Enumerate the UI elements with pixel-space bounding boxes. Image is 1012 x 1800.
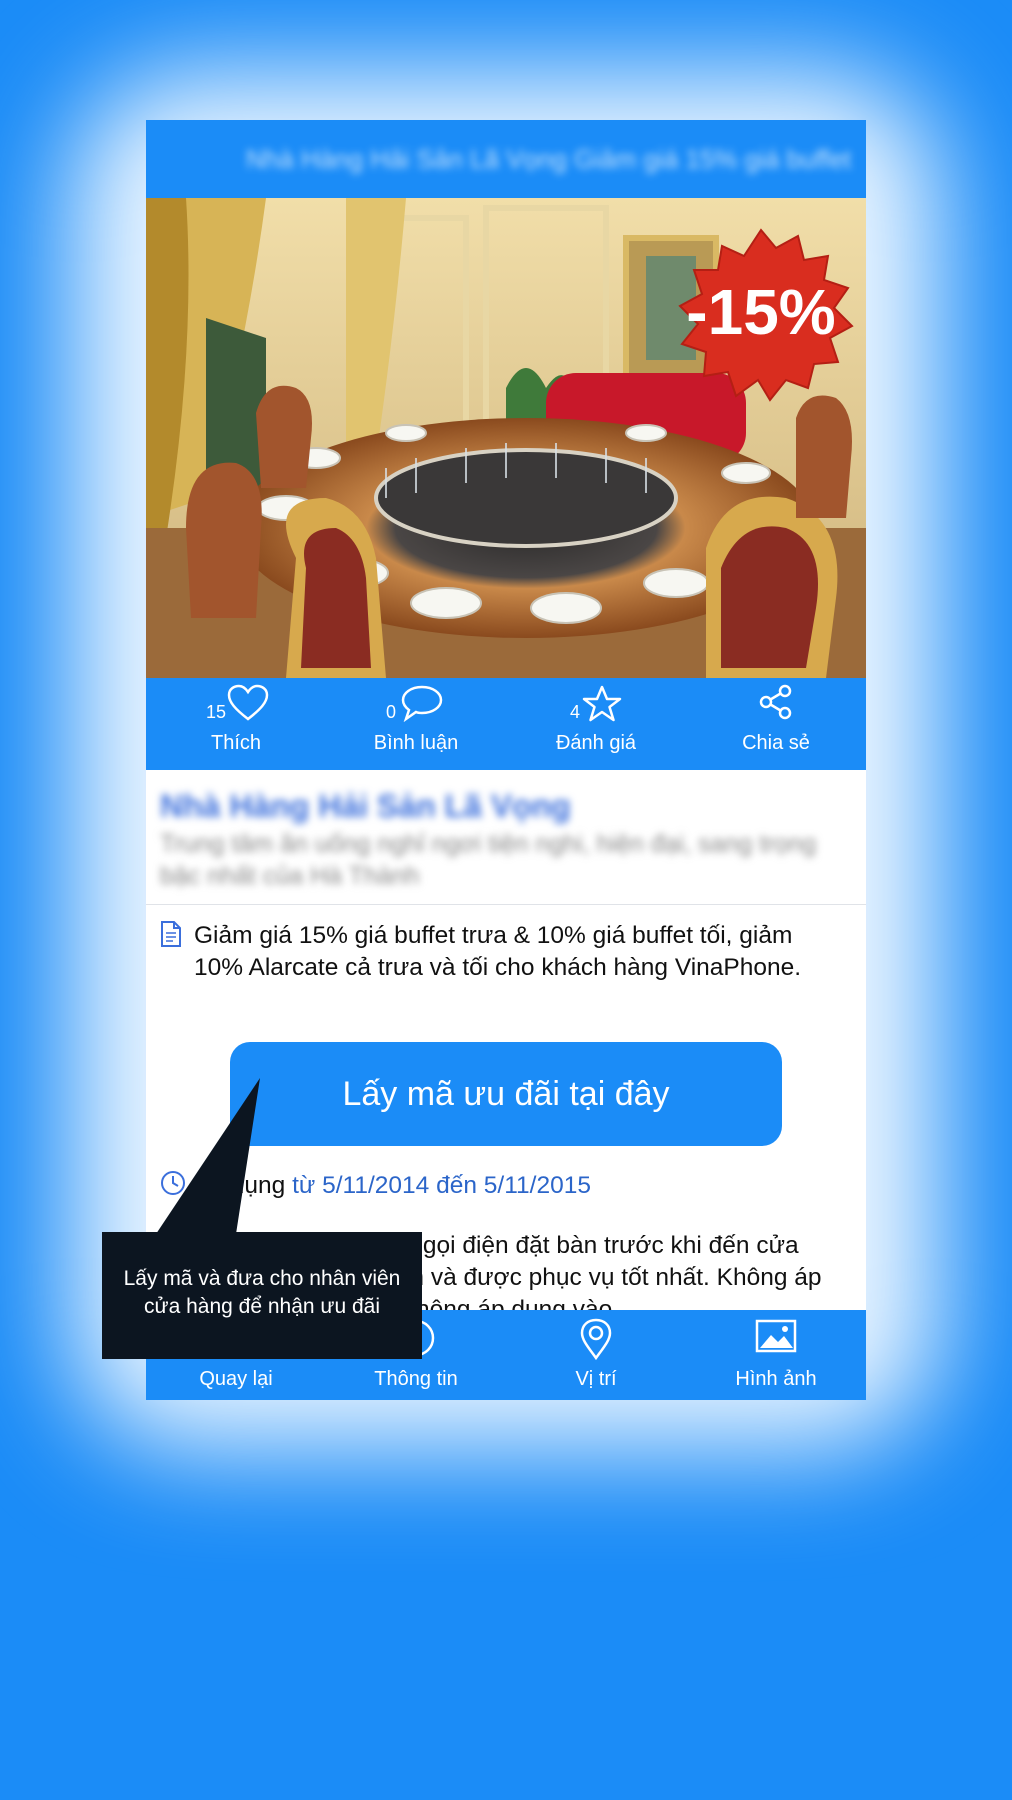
apply-prefix: Áp dụng bbox=[194, 1172, 286, 1199]
app-screen: Nhà Hàng Hải Sản Lã Vọng Giảm giá 15% gi… bbox=[146, 120, 866, 1400]
comment-count: 0 bbox=[386, 702, 397, 722]
rating-button[interactable]: 4 Đánh giá bbox=[506, 678, 686, 770]
nav-info-label: Thông tin bbox=[374, 1368, 458, 1390]
rating-label: Đánh giá bbox=[555, 732, 637, 754]
hero-image[interactable]: -15% bbox=[146, 198, 866, 678]
like-button[interactable]: 15 Thích bbox=[146, 678, 326, 770]
comment-label: Bình luận bbox=[373, 732, 459, 754]
nav-images[interactable]: Hình ảnh bbox=[686, 1310, 866, 1400]
share-button[interactable]: Chia sẻ bbox=[686, 678, 866, 770]
apply-period: Áp dụng từ 5/11/2014 đến 5/11/2015 bbox=[194, 1170, 824, 1202]
nav-location[interactable]: Vị trí bbox=[506, 1310, 686, 1400]
comment-button[interactable]: 0 Bình luận bbox=[326, 678, 506, 770]
apply-date-range: từ 5/11/2014 đến 5/11/2015 bbox=[292, 1172, 591, 1199]
scrolling-title: Nhà Hàng Hải Sản Lã Vọng Giảm giá 15% gi… bbox=[246, 144, 852, 174]
like-count: 15 bbox=[206, 702, 227, 722]
clock-icon bbox=[161, 1171, 185, 1195]
location-pin-icon bbox=[580, 1318, 612, 1360]
like-label: Thích bbox=[210, 732, 262, 754]
discount-badge: -15% bbox=[678, 228, 854, 402]
heart-icon bbox=[227, 684, 269, 721]
shop-name: Nhà Hàng Hải Sản Lã Vọng bbox=[160, 788, 571, 824]
tooltip-line-1: Lấy mã và đưa cho nhân viên bbox=[123, 1267, 401, 1290]
comment-icon bbox=[401, 685, 443, 722]
nav-location-label: Vị trí bbox=[575, 1368, 617, 1390]
get-code-button[interactable]: Lấy mã ưu đãi tại đây bbox=[230, 1042, 782, 1146]
image-icon bbox=[755, 1319, 797, 1353]
tooltip: Lấy mã và đưa cho nhân viên cửa hàng để … bbox=[102, 1232, 422, 1359]
nav-back-label: Quay lại bbox=[199, 1368, 273, 1390]
badge-text: -15% bbox=[686, 276, 835, 348]
nav-images-label: Hình ảnh bbox=[735, 1368, 817, 1390]
top-bar: Nhà Hàng Hải Sản Lã Vọng Giảm giá 15% gi… bbox=[146, 120, 866, 198]
rating-count: 4 bbox=[570, 702, 581, 722]
share-label: Chia sẻ bbox=[742, 732, 810, 754]
document-icon bbox=[161, 921, 181, 947]
action-bar: 15 Thích 0 Bình luận 4 Đánh giá Chia sẻ bbox=[146, 678, 866, 770]
offer-description: Giảm giá 15% giá buffet trưa & 10% giá b… bbox=[194, 922, 802, 981]
shop-description: Trung tâm ăn uống nghỉ ngơi tiện nghi, h… bbox=[160, 830, 817, 890]
tooltip-line-2: cửa hàng để nhận ưu đãi bbox=[144, 1295, 380, 1318]
star-icon bbox=[582, 685, 622, 722]
shop-info: Nhà Hàng Hải Sản Lã Vọng Trung tâm ăn uố… bbox=[146, 770, 866, 905]
share-icon bbox=[759, 684, 792, 720]
